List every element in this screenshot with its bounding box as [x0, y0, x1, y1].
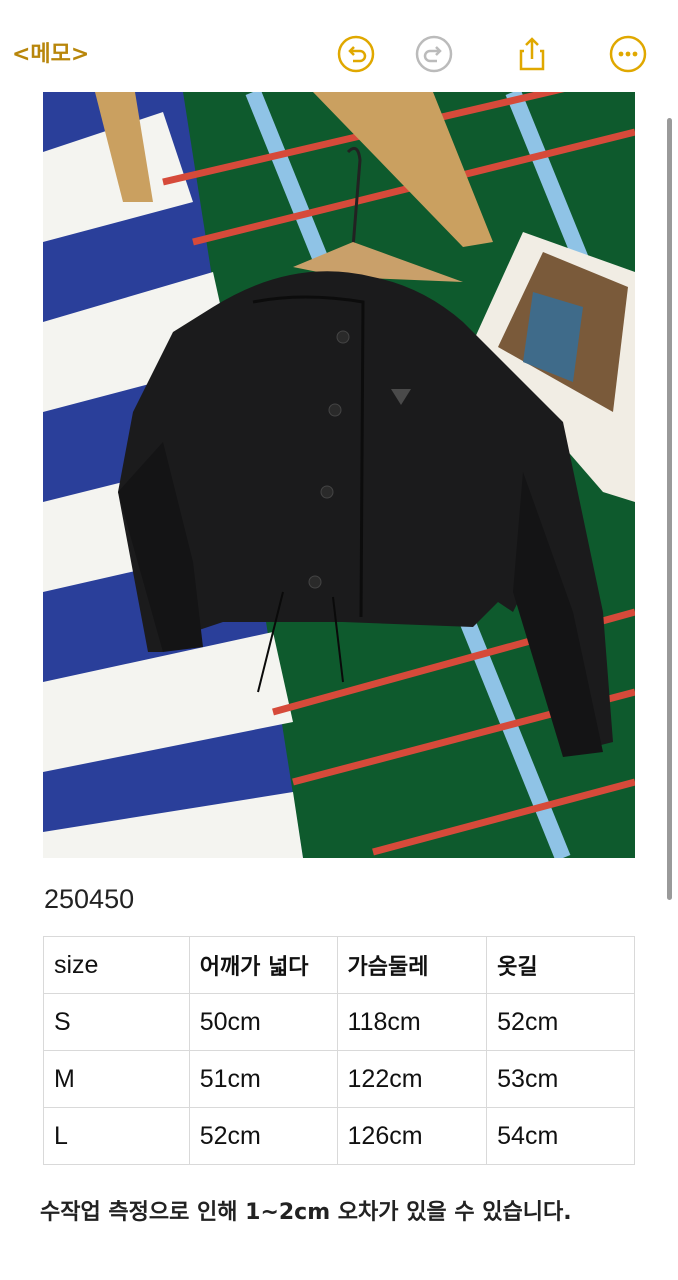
- table-cell: 54cm: [486, 1107, 635, 1165]
- toolbar: <메모>: [0, 0, 678, 88]
- table-cell: S: [43, 993, 190, 1051]
- product-code: 250450: [44, 884, 135, 914]
- table-header-row: size 어깨가 넓다 가슴둘레 옷길: [43, 936, 635, 994]
- jacket-photo-illustration: [43, 92, 635, 858]
- table-cell: 122cm: [336, 1050, 488, 1108]
- table-cell: 53cm: [486, 1050, 635, 1108]
- table-row: M 51cm 122cm 53cm: [43, 1050, 635, 1108]
- table-cell: L: [43, 1107, 190, 1165]
- undo-icon[interactable]: [336, 34, 376, 74]
- redo-icon[interactable]: [414, 34, 454, 74]
- table-cell: 51cm: [188, 1050, 338, 1108]
- table-cell: 50cm: [188, 993, 338, 1051]
- table-header: 어깨가 넓다: [188, 936, 338, 994]
- share-icon[interactable]: [512, 34, 552, 74]
- table-cell: 52cm: [486, 993, 635, 1051]
- table-header: size: [43, 936, 190, 994]
- table-header: 옷길: [486, 936, 635, 994]
- table-row: S 50cm 118cm 52cm: [43, 993, 635, 1051]
- table-row: L 52cm 126cm 54cm: [43, 1107, 635, 1165]
- measurement-note: 수작업 측정으로 인해 1~2cm 오차가 있을 수 있습니다.: [40, 1200, 572, 1225]
- table-cell: 52cm: [188, 1107, 338, 1165]
- size-table: size 어깨가 넓다 가슴둘레 옷길 S 50cm 118cm 52cm M …: [43, 936, 635, 1165]
- back-button[interactable]: <메모>: [12, 36, 89, 68]
- table-cell: M: [43, 1050, 190, 1108]
- more-icon[interactable]: [608, 34, 648, 74]
- product-photo[interactable]: [43, 92, 635, 858]
- table-cell: 118cm: [336, 993, 488, 1051]
- table-cell: 126cm: [336, 1107, 488, 1165]
- scrollbar[interactable]: [667, 118, 672, 900]
- table-header: 가슴둘레: [336, 936, 488, 994]
